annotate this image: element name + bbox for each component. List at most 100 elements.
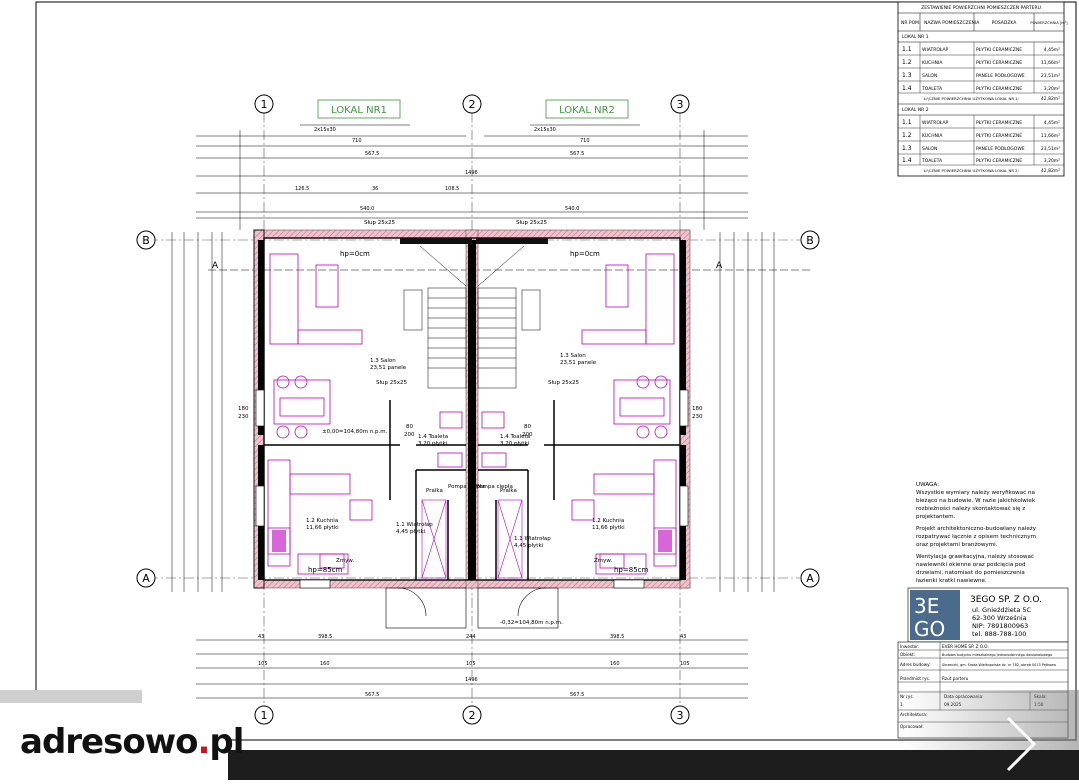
svg-text:23,51m²: 23,51m²	[1041, 73, 1060, 79]
svg-text:160: 160	[610, 661, 620, 667]
door-size: 200	[522, 432, 533, 438]
axis-label: 1	[261, 98, 268, 111]
svg-text:TOALETA: TOALETA	[921, 86, 943, 92]
axis-label: A	[142, 572, 150, 585]
svg-text:PANELE PODŁOGOWE: PANELE PODŁOGOWE	[976, 146, 1025, 152]
room-area: 11,66 płytki	[592, 525, 625, 531]
next-image-button[interactable]	[998, 714, 1042, 774]
svg-text:244: 244	[466, 634, 476, 640]
logo-text: GO	[914, 617, 945, 641]
edge-shade	[0, 0, 22, 690]
hp-label: hp=0cm	[340, 250, 370, 258]
svg-text:PŁYTKI CERAMICZNE: PŁYTKI CERAMICZNE	[976, 86, 1022, 92]
level-label: ±0,00=104,80m n.p.m.	[322, 429, 388, 435]
appliance-label: Pralka	[426, 488, 443, 494]
floor-plan-viewer: 1 2 3 1 2 3 B B A A LOKAL NR1 LOKAL NR2	[0, 0, 1079, 780]
svg-text:PŁYTKI CERAMICZNE: PŁYTKI CERAMICZNE	[976, 47, 1022, 53]
svg-text:160: 160	[320, 661, 330, 667]
level-label: -0,32=104,80m n.p.m.	[500, 620, 563, 626]
svg-text:4,45m²: 4,45m²	[1044, 47, 1060, 53]
svg-text:oraz projektami branżowymi.: oraz projektami branżowymi.	[916, 542, 998, 548]
gray-strip	[0, 690, 142, 703]
room-area: 11,66 płytki	[306, 525, 339, 531]
svg-text:KUCHNIA: KUCHNIA	[922, 133, 943, 139]
svg-text:Inwestor:: Inwestor:	[900, 644, 919, 649]
dimension-text: 108.5	[445, 186, 459, 192]
room-label: 1.2 Kuchnia	[306, 518, 338, 524]
svg-text:EVER HOME SP. Z O.O.: EVER HOME SP. Z O.O.	[942, 644, 989, 649]
appliance-label: Zmyw.	[594, 558, 612, 564]
dimension-text: 1496	[465, 170, 478, 176]
window-size: 230	[692, 414, 703, 420]
appliance-label: Pralka	[500, 488, 517, 494]
group-name: LOKAL NR 2	[902, 107, 929, 113]
company-name: 3EGO SP. Z O.O.	[970, 595, 1042, 605]
furniture	[481, 253, 677, 575]
svg-text:łazienki kratki nawiewne.: łazienki kratki nawiewne.	[916, 578, 987, 584]
section-letter: A	[212, 261, 219, 271]
logo-dot: .	[197, 721, 210, 762]
svg-text:1.4: 1.4	[902, 157, 912, 164]
svg-text:1496: 1496	[465, 677, 478, 683]
window-size: 180	[692, 406, 703, 412]
svg-text:PŁYTKI CERAMICZNE: PŁYTKI CERAMICZNE	[976, 133, 1022, 139]
window-size: 230	[238, 414, 249, 420]
svg-text:nawiewniki okienne oraz podcię: nawiewniki okienne oraz podcięcia pod	[916, 562, 1026, 568]
room-label: 1.1 Wiatrołap	[514, 536, 551, 542]
svg-text:43: 43	[680, 634, 686, 640]
svg-text:drzwiami, natomiast do pomiesz: drzwiami, natomiast do pomieszczenia	[916, 570, 1025, 576]
group-total-label: ŁĄCZNIE POWIERZCHNIA UŻYTKOWA LOKAL NR 2…	[923, 168, 1019, 173]
notes-heading: UWAGA:	[916, 482, 939, 488]
room-label: 1.1 Wiatrołap	[396, 522, 433, 528]
room-area: 3,20 płytki	[500, 441, 530, 447]
dimension-text: 540.0	[360, 206, 374, 212]
svg-text:1.4: 1.4	[902, 85, 912, 92]
axis-label: B	[806, 234, 814, 247]
appliance-label: Zmyw.	[336, 558, 354, 564]
hp-label: hp=85cm	[614, 566, 649, 574]
walls	[253, 229, 691, 589]
axis-label: 3	[677, 709, 684, 722]
svg-text:WIATROŁAP: WIATROŁAP	[922, 120, 949, 126]
room-area: 4,45 płytki	[514, 543, 544, 549]
svg-text:105: 105	[466, 661, 476, 667]
axis-label: 2	[469, 709, 476, 722]
svg-text:62-300 Września: 62-300 Września	[972, 614, 1027, 622]
group-total-label: ŁĄCZNIE POWIERZCHNIA UŻYTKOWA LOKAL NR 1…	[923, 96, 1019, 101]
pillar-label: Słup 25x25	[364, 220, 396, 226]
svg-text:11,66m²: 11,66m²	[1041, 133, 1060, 139]
room-area: 4,45 płytki	[396, 529, 426, 535]
room-label: 1.4 Toaleta	[418, 434, 448, 440]
svg-text:Wentylacja grawitacyjna, należ: Wentylacja grawitacyjna, należy stosować	[916, 553, 1034, 560]
svg-text:SALON: SALON	[922, 73, 937, 79]
dimension-lines-top	[196, 124, 748, 230]
section-letter: A	[716, 261, 723, 271]
pillar-label: Słup 25x25	[548, 380, 580, 386]
room-area: 23,51 panele	[560, 360, 597, 366]
svg-text:projektantem.: projektantem.	[916, 514, 956, 520]
logo-tld: pl	[209, 721, 244, 762]
furniture	[267, 253, 463, 575]
chevron-right-icon	[1006, 716, 1037, 772]
hp-label: hp=0cm	[570, 250, 600, 258]
room-area: 3,20 płytki	[418, 441, 448, 447]
window-size: 180	[238, 406, 249, 412]
svg-text:567.5: 567.5	[365, 692, 379, 698]
logo-main: adresowo	[20, 721, 198, 762]
dimension-text: 567.5	[570, 151, 584, 157]
svg-text:ul. Gnieźdźieta 5C: ul. Gnieźdźieta 5C	[972, 606, 1032, 614]
svg-text:Adres budowy:: Adres budowy:	[900, 662, 931, 667]
svg-text:Skrzeczki, gm. Środa Wielkopol: Skrzeczki, gm. Środa Wielkopolska dz. nr…	[942, 662, 1056, 667]
svg-text:398.5: 398.5	[318, 634, 332, 640]
site-logo[interactable]: adresowo.pl	[0, 703, 244, 780]
svg-text:Budowa budynku mieszkalnego je: Budowa budynku mieszkalnego jednorodzinn…	[942, 653, 1052, 657]
svg-text:3,20m²: 3,20m²	[1044, 158, 1060, 164]
svg-text:PŁYTKI CERAMICZNE: PŁYTKI CERAMICZNE	[976, 158, 1022, 164]
site-logo-text: adresowo.pl	[20, 721, 244, 762]
svg-text:1.3: 1.3	[902, 145, 912, 152]
svg-text:TOALETA: TOALETA	[921, 158, 943, 164]
room-area: 23,51 panele	[370, 365, 407, 371]
svg-text:1.2: 1.2	[902, 59, 912, 66]
dimension-text: 567.5	[365, 151, 379, 157]
dimension-text: 710	[580, 138, 590, 144]
